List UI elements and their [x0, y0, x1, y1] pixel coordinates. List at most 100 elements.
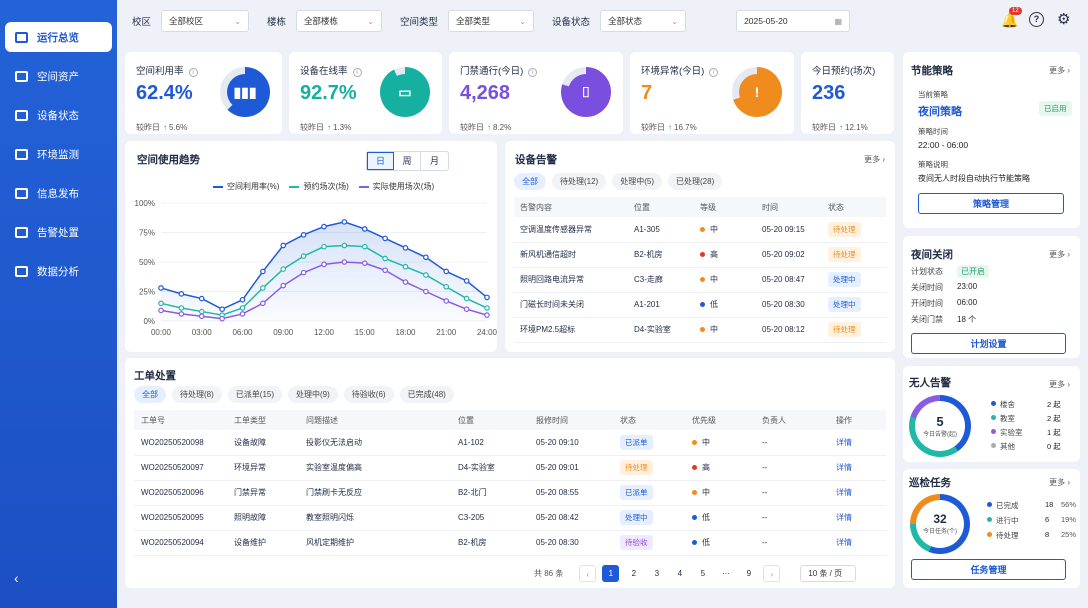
patrol-count: 32: [933, 512, 947, 526]
order-time: 05-20 08:55: [536, 480, 620, 506]
sidebar-item[interactable]: 设备状态: [5, 100, 112, 130]
building-select[interactable]: 全部楼栋 ⌄: [296, 10, 383, 32]
table-row[interactable]: WO20250520097 环境异常 实验室温度偏高 D4-实验室 05-20 09:0…: [134, 455, 886, 481]
sidebar-item[interactable]: 信息发布: [5, 178, 112, 208]
task-manage-button[interactable]: 任务管理: [911, 559, 1066, 580]
data-point: [443, 298, 450, 304]
page-button[interactable]: 3: [648, 565, 665, 582]
data-point: [321, 243, 327, 250]
alarm-filter-tab[interactable]: 已处理(28): [668, 173, 723, 190]
page-button[interactable]: 2: [625, 565, 642, 582]
space-type-label: 空间类型: [400, 17, 439, 28]
order-desc: 风机定期维护: [306, 530, 458, 556]
page-button[interactable]: 4: [671, 565, 688, 582]
kpi-ring: ▮▮▮: [220, 67, 270, 117]
patrol-item-percent: 25%: [1061, 530, 1077, 539]
sidebar: 运行总览空间资产设备状态环境监测信息发布告警处置数据分析 ‹: [0, 0, 117, 608]
sidebar-item[interactable]: 数据分析: [5, 256, 112, 286]
detail-link[interactable]: 详情: [836, 488, 852, 497]
data-point: [239, 305, 246, 311]
sidebar-item[interactable]: 环境监测: [5, 139, 112, 169]
alarm-content: 新风机通信超时: [514, 242, 634, 268]
night-more-link[interactable]: 更多 ›: [1049, 249, 1070, 260]
unattended-more-link[interactable]: 更多 ›: [1049, 379, 1070, 390]
table-row[interactable]: WO20250520098 设备故障 投影仪无法启动 A1-102 05-20 09:1…: [134, 430, 886, 456]
detail-link[interactable]: 详情: [836, 513, 852, 522]
alarm-table: 告警内容 位置 等级 时间 状态 空调温度传感器异常 A1-305 中 05-20 09:15 待…: [514, 197, 886, 343]
order-filter-tab[interactable]: 待处理(8): [172, 386, 222, 403]
alarm-filter-tab[interactable]: 处理中(5): [612, 173, 663, 190]
device-status-select[interactable]: 全部状态 ⌄: [600, 10, 687, 32]
kpi-title: 设备在线率 i: [300, 63, 362, 77]
order-type: 门禁异常: [234, 480, 306, 506]
alarm-more-link[interactable]: 更多 ›: [864, 154, 885, 165]
page-button[interactable]: 5: [694, 565, 711, 582]
order-owner: --: [762, 480, 836, 506]
data-point: [280, 242, 287, 249]
level-dot: [700, 327, 705, 332]
alarm-time: 05-20 08:12: [762, 317, 828, 343]
order-type: 环境异常: [234, 455, 306, 481]
night-card: 夜间关闭 更多 › 计划设置 计划状态 已开启 关闭时间 23:00 开闭时间 06:00…: [903, 236, 1080, 358]
order-filter-tab[interactable]: 待验收(6): [343, 386, 394, 403]
next-page-button[interactable]: ›: [763, 565, 781, 582]
page-size-select[interactable]: 10 条 / 页: [800, 565, 857, 582]
sidebar-item-label: 信息发布: [37, 187, 79, 200]
order-location: D4-实验室: [458, 455, 536, 481]
sidebar-item[interactable]: 告警处置: [5, 217, 112, 247]
table-row[interactable]: WO20250520094 设备维护 风机定期维护 B2-机房 05-20 08:30 待…: [134, 530, 886, 556]
order-action: 详情: [836, 480, 886, 506]
order-filter-tab[interactable]: 已完成(48): [399, 386, 454, 403]
collapse-icon[interactable]: ‹: [14, 570, 19, 586]
table-header: 负责人: [762, 410, 836, 430]
table-row[interactable]: 照明回路电流异常 C3-走廊中 05-20 08:47 处理中: [514, 267, 886, 293]
status-badge: 待处理: [828, 221, 861, 237]
detail-link[interactable]: 详情: [836, 463, 852, 472]
space-type-select[interactable]: 全部类型 ⌄: [448, 10, 535, 32]
kpi-ring: ⌷: [561, 67, 611, 117]
alarm-filter-tab[interactable]: 待处理(12): [552, 173, 607, 190]
strategy-manage-button[interactable]: 策略管理: [918, 193, 1064, 214]
order-filter-tab[interactable]: 处理中(9): [288, 386, 338, 403]
page-button[interactable]: ···: [717, 565, 734, 582]
page-button[interactable]: 9: [740, 565, 757, 582]
kpi-icon: ▮▮▮: [227, 74, 263, 110]
gear-icon[interactable]: ⚙: [1057, 10, 1070, 28]
table-row[interactable]: 空调温度传感器异常 A1-305 中 05-20 09:15 待处理: [514, 217, 886, 243]
table-row[interactable]: WO20250520095 照明故障 教室照明闪烁 C3-205 05-20 08:42…: [134, 505, 886, 531]
data-point: [382, 235, 388, 242]
plan-settings-button[interactable]: 计划设置: [911, 333, 1066, 354]
legend-dot: [987, 532, 992, 537]
patrol-more-link[interactable]: 更多 ›: [1049, 477, 1070, 488]
status-badge: 处理中: [828, 297, 861, 312]
data-point: [198, 313, 205, 320]
table-row[interactable]: 环境PM2.5超标 D4-实验室中 05-20 08:12 待处理: [514, 317, 886, 343]
sidebar-item-label: 环境监测: [37, 148, 79, 161]
data-point: [178, 311, 185, 317]
date-picker[interactable]: 2025-05-20 ▦: [736, 10, 851, 32]
kpi-value: 4,268: [460, 82, 511, 104]
trend-chart: 100% 75% 50% 25% 0% 00:00 03:00 06:00 09:00 12:00…: [135, 199, 497, 337]
order-filter-tab[interactable]: 全部: [134, 386, 166, 403]
table-row[interactable]: WO20250520096 门禁异常 门禁刷卡无反应 B2-北门 05-20 08:55…: [134, 480, 886, 506]
kpi-icon: ▭: [387, 74, 423, 110]
alarm-filter-tab[interactable]: 全部: [514, 173, 546, 190]
bell-icon[interactable]: 🔔 12: [1001, 7, 1022, 29]
status-badge: 待处理: [828, 247, 861, 262]
page-button[interactable]: 1: [602, 565, 620, 582]
x-tick-label: 09:00: [273, 328, 294, 337]
energy-card: 节能策略 更多 › 当前策略 夜间策略 已启用 策略时间 22:00 - 06:…: [903, 52, 1080, 228]
status-badge: 待处理: [828, 322, 861, 337]
campus-select[interactable]: 全部校区 ⌄: [161, 10, 250, 32]
help-icon[interactable]: ?: [1029, 12, 1044, 27]
table-row[interactable]: 新风机通信超时 B2-机房高 05-20 09:02 待处理: [514, 242, 886, 268]
prev-page-button[interactable]: ‹: [579, 565, 597, 582]
sidebar-item[interactable]: 运行总览: [5, 22, 112, 52]
energy-more-link[interactable]: 更多 ›: [1049, 65, 1070, 76]
order-filter-tab[interactable]: 已派单(15): [227, 386, 283, 403]
detail-link[interactable]: 详情: [836, 538, 852, 547]
table-row[interactable]: 门磁长时间未关闭 A1-201 低 05-20 08:30 处理中: [514, 292, 886, 318]
sidebar-item[interactable]: 空间资产: [5, 61, 112, 91]
order-id: WO20250520095: [134, 505, 234, 531]
detail-link[interactable]: 详情: [836, 438, 852, 447]
